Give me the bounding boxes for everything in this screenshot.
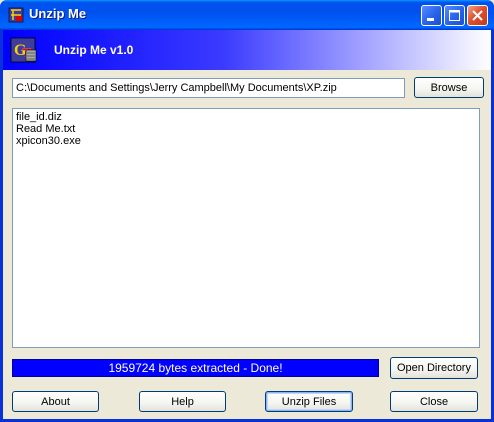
app-logo-icon: G T bbox=[10, 37, 37, 63]
browse-button[interactable]: Browse bbox=[414, 77, 484, 98]
maximize-icon bbox=[449, 10, 460, 21]
about-button[interactable]: About bbox=[12, 391, 99, 412]
app-window: Unzip Me G T Unzip Me v1.0 Browse file_i… bbox=[0, 0, 494, 422]
close-window-button[interactable] bbox=[467, 5, 488, 26]
minimize-button[interactable] bbox=[421, 5, 442, 26]
open-directory-button[interactable]: Open Directory bbox=[390, 357, 478, 379]
zip-path-input[interactable] bbox=[12, 78, 405, 98]
list-item[interactable]: file_id.diz bbox=[16, 111, 476, 123]
list-item[interactable]: Read Me.txt bbox=[16, 123, 476, 135]
app-header: G T Unzip Me v1.0 bbox=[3, 30, 491, 70]
client-area: G T Unzip Me v1.0 Browse file_id.diz Rea… bbox=[3, 30, 491, 419]
file-list[interactable]: file_id.diz Read Me.txt xpicon30.exe bbox=[12, 108, 480, 348]
maximize-button[interactable] bbox=[444, 5, 465, 26]
window-title: Unzip Me bbox=[29, 6, 87, 21]
minimize-icon bbox=[427, 18, 434, 21]
app-icon bbox=[8, 7, 24, 23]
list-item[interactable]: xpicon30.exe bbox=[16, 135, 476, 147]
help-button[interactable]: Help bbox=[139, 391, 226, 412]
title-bar[interactable]: Unzip Me bbox=[0, 0, 494, 30]
app-title: Unzip Me v1.0 bbox=[54, 43, 134, 57]
close-button[interactable]: Close bbox=[390, 391, 478, 412]
close-icon bbox=[472, 10, 483, 21]
unzip-files-button[interactable]: Unzip Files bbox=[265, 391, 353, 412]
status-bar: 1959724 bytes extracted - Done! bbox=[12, 359, 379, 377]
